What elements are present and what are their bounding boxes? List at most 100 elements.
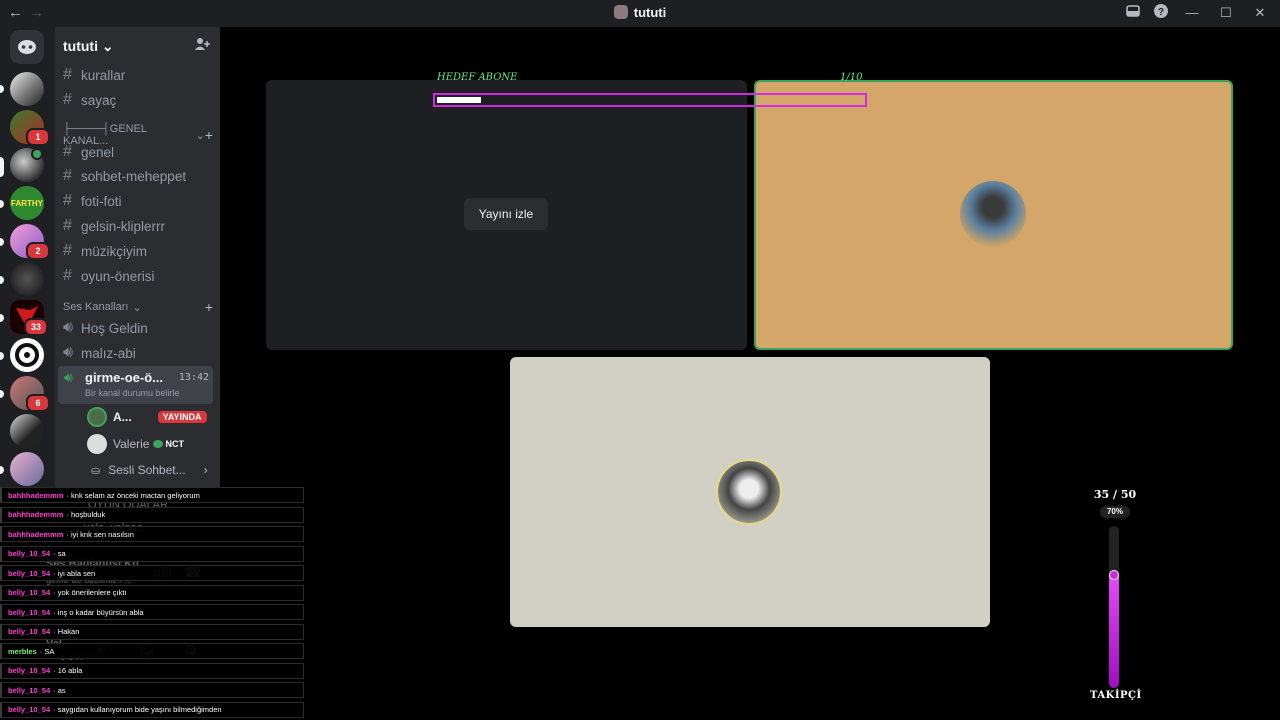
help-icon[interactable]: ?	[1154, 4, 1168, 21]
user-name: Valerie	[113, 437, 150, 451]
window-title-text: tututi	[633, 5, 667, 20]
avatar	[87, 434, 107, 454]
chat-username: belly_10_54	[8, 588, 51, 597]
channel-name: sayaç	[81, 92, 117, 108]
chat-message: belly_10_54 · iyi abla sen	[0, 565, 304, 581]
activity-icon: ⛀	[91, 464, 101, 477]
chat-username: belly_10_54	[8, 666, 51, 675]
minimize-button[interactable]: —	[1182, 5, 1202, 20]
channel-timer: 13:42	[178, 372, 209, 383]
server-icon[interactable]	[10, 262, 44, 296]
maximize-button[interactable]: ☐	[1216, 5, 1236, 21]
channel-kurallar[interactable]: # kurallar	[63, 64, 125, 86]
channel-sohbet[interactable]: # sohbet-meheppet	[63, 165, 186, 187]
chat-message: belly_10_54 · Hakan	[0, 623, 304, 640]
hash-icon: #	[63, 242, 72, 259]
channel-name: malız-abi	[81, 345, 136, 361]
speaker-icon: 🔊︎	[64, 369, 73, 385]
mention-badge: 2	[26, 242, 50, 260]
server-icon	[613, 5, 628, 19]
follower-label: TAKİPÇİ	[1090, 690, 1142, 701]
chat-message: belly_10_54 · saygıdan kullanıyorum bide …	[0, 701, 304, 718]
inbox-icon[interactable]	[1126, 5, 1140, 20]
chat-username: bahhhademmm	[8, 510, 64, 519]
voice-channel-maliz[interactable]: 🔊︎ malız-abi	[63, 342, 136, 364]
chat-message: bahhhademmm · iyi knk sen nasılsın	[0, 526, 304, 542]
chat-text: · sa	[53, 549, 66, 558]
chevron-down-icon: ⌄	[132, 301, 142, 314]
voice-user[interactable]: A... YAYINDA	[87, 407, 207, 427]
channel-oyun[interactable]: # oyun-önerisi	[63, 265, 155, 287]
hash-icon: #	[63, 91, 72, 108]
server-icon[interactable]	[10, 72, 44, 106]
channel-name: genel	[81, 144, 115, 160]
chat-message: bahhhademmm · hoşbulduk	[0, 506, 304, 523]
channel-genel[interactable]: # genel	[63, 141, 114, 163]
user-tile[interactable]	[510, 357, 990, 627]
channel-name: sohbet-meheppet	[81, 168, 187, 184]
chat-overlay: bahhhademmm · knk selam az önceki mactan …	[0, 486, 304, 720]
leaf-icon	[153, 440, 164, 448]
chat-username: belly_10_54	[8, 685, 51, 695]
active-voice-channel[interactable]: 🔊︎ girme-oe-ö... 13:42 Bir kanal durumu …	[58, 366, 213, 404]
close-button[interactable]: ✕	[1250, 5, 1270, 21]
chat-username: belly_10_54	[8, 607, 51, 617]
chat-message: belly_10_54 · as	[0, 682, 304, 698]
server-name: tututi	[63, 38, 98, 54]
follower-fill	[1109, 574, 1119, 688]
voice-channel-hosgeldin[interactable]: 🔊︎ Hoş Geldin	[63, 317, 148, 339]
mention-badge: 6	[26, 394, 50, 412]
category-ses[interactable]: Ses Kanalları ⌄ +	[63, 299, 213, 315]
chat-username: belly_10_54	[8, 705, 51, 714]
user-name: A...	[113, 410, 132, 424]
home-button[interactable]	[10, 30, 44, 64]
chat-text: · 16 abla	[53, 666, 83, 675]
unread-pill	[0, 238, 4, 246]
selected-pill	[0, 157, 4, 177]
server-list: 1 FARTHY 2 33 6	[0, 27, 55, 487]
channel-name: müzikçiyim	[81, 243, 147, 259]
avatar	[716, 459, 782, 525]
goal-progress-bar	[433, 93, 867, 107]
server-icon[interactable]: FARTHY	[10, 186, 44, 220]
add-channel-icon[interactable]: +	[205, 127, 213, 143]
chat-message: bahhhademmm · knk selam az önceki mactan …	[0, 487, 304, 503]
avatar	[87, 407, 107, 427]
voice-activity[interactable]: ⛀ Sesli Sohbet... ›	[91, 460, 208, 480]
follower-count: 35 / 50	[1093, 488, 1137, 501]
channel-sayac[interactable]: # sayaç	[63, 89, 116, 111]
clan-tag-text: NCT	[165, 439, 184, 449]
chevron-down-icon: ⌄	[101, 37, 114, 54]
channel-foti[interactable]: # foti-foti	[63, 190, 122, 212]
server-icon[interactable]	[10, 452, 44, 486]
chat-text: · knk selam az önceki mactan geliyorum	[66, 490, 200, 500]
watch-stream-button[interactable]: Yayını izle	[464, 198, 548, 230]
chat-text: · yok önerilenlere çıktı	[53, 588, 127, 597]
chat-text: · hoşbulduk	[66, 510, 106, 519]
invite-icon[interactable]	[194, 37, 210, 54]
hash-icon: #	[63, 66, 72, 83]
server-icon[interactable]	[10, 414, 44, 448]
chat-username: belly_10_54	[8, 549, 51, 558]
follower-knob	[1109, 569, 1119, 580]
user-tile-speaking[interactable]	[754, 80, 1233, 350]
add-channel-icon[interactable]: +	[205, 299, 213, 315]
channel-status[interactable]: Bir kanal durumu belirle	[85, 388, 180, 398]
channel-name: Hoş Geldin	[81, 320, 148, 336]
avatar	[960, 181, 1026, 247]
channel-name: kurallar	[81, 67, 126, 83]
chevron-right-icon: ›	[203, 463, 208, 477]
follower-track	[1109, 526, 1119, 688]
mention-badge: 33	[24, 318, 48, 336]
chat-text: · SA	[39, 646, 55, 656]
voice-user[interactable]: Valerie NCT	[87, 434, 184, 454]
svg-text:FARTHY: FARTHY	[11, 199, 44, 208]
channel-klipler[interactable]: # gelsin-kliplerrr	[63, 215, 165, 237]
category-label: Ses Kanalları	[63, 301, 129, 313]
server-icon[interactable]	[10, 338, 44, 372]
stream-tile[interactable]: Yayını izle	[266, 80, 747, 350]
chat-message: merbles · SA	[0, 643, 304, 659]
unread-pill	[0, 466, 4, 474]
channel-muzik[interactable]: # müzikçiyim	[63, 240, 147, 262]
chat-username: bahhhademmm	[8, 490, 64, 500]
